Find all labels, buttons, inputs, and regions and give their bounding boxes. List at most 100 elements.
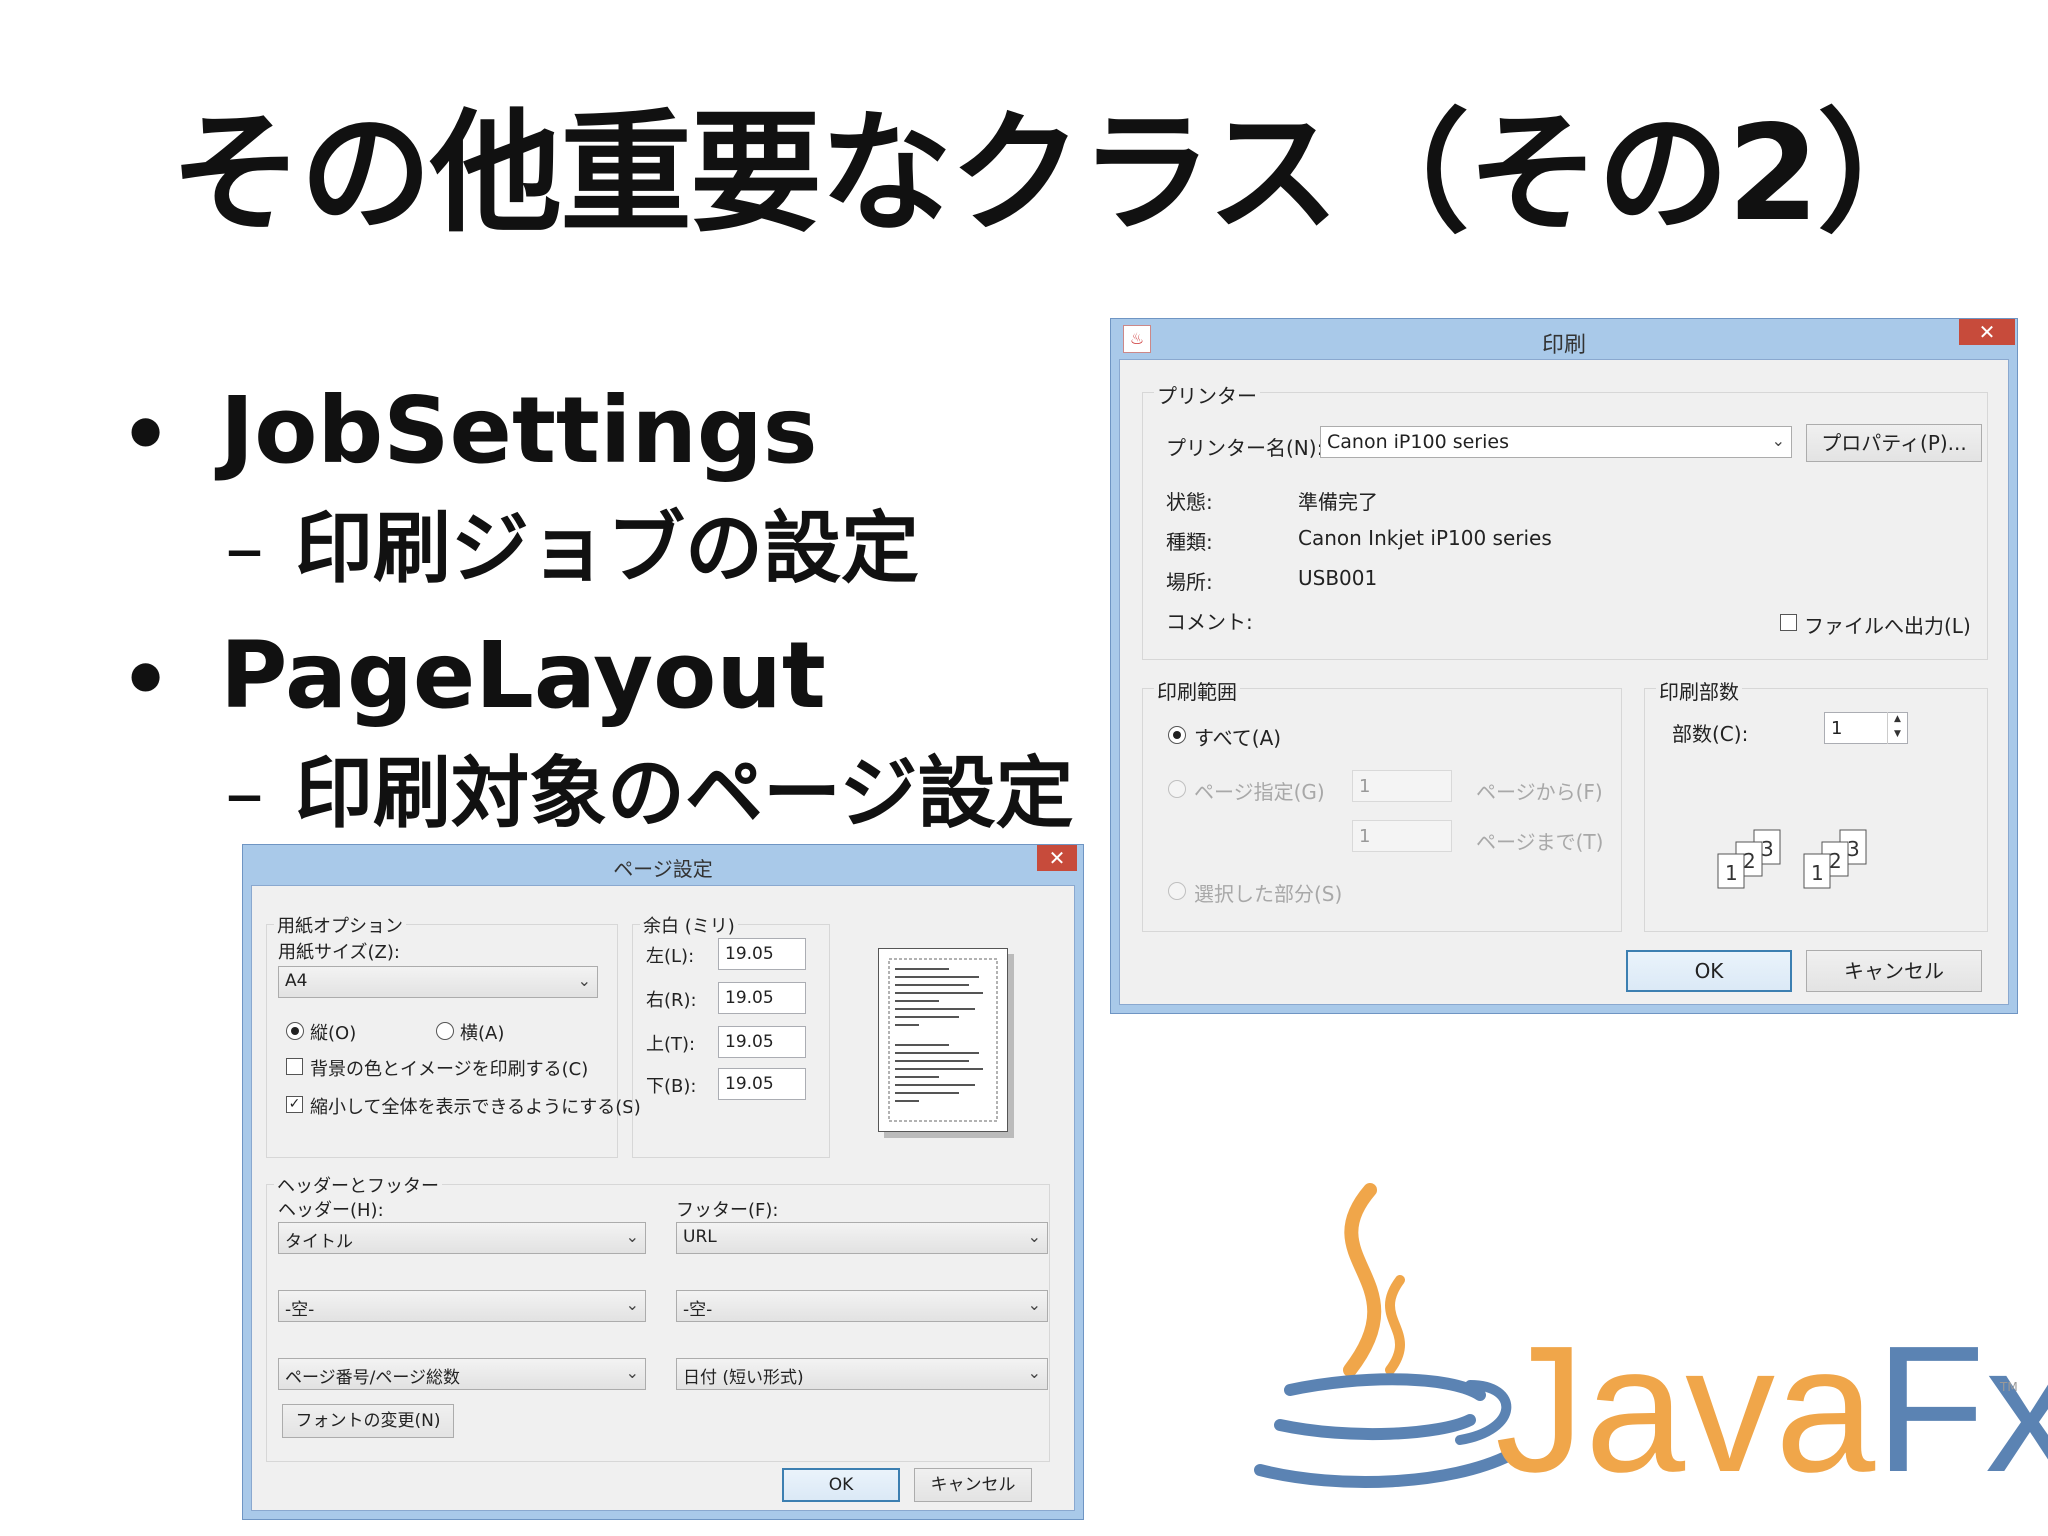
range-all-radio[interactable] (1168, 726, 1186, 744)
bullet-label: JobSettings (220, 377, 818, 484)
print-range-label: 印刷範囲 (1154, 676, 1240, 705)
properties-button[interactable]: プロパティ(P)... (1806, 424, 1982, 462)
header-footer-label: ヘッダーとフッター (274, 1172, 442, 1198)
right-margin-input[interactable]: 19.05 (718, 982, 806, 1014)
copies-spinner-icon[interactable]: ▲ ▼ (1887, 712, 1907, 744)
header-select-3-value: ページ番号/ページ総数 (285, 1368, 461, 1388)
page-setup-dialog: ページ設定 ✕ 用紙オプション 用紙サイズ(Z): A4 ⌄ 縦(O) 横(A)… (242, 844, 1084, 1520)
chevron-down-icon: ⌄ (577, 971, 591, 990)
header-select-2[interactable]: -空- ⌄ (278, 1290, 646, 1322)
comment-label: コメント: (1166, 610, 1253, 634)
chevron-down-icon: ⌄ (1027, 1363, 1041, 1382)
page-setup-title: ページ設定 (613, 857, 713, 881)
print-dialog-titlebar[interactable]: ♨ 印刷 ✕ (1111, 319, 2017, 359)
footer-label: フッター(F): (676, 1200, 779, 1221)
copies-input[interactable]: 1 ▲ ▼ (1824, 712, 1908, 744)
footer-select-2-value: -空- (683, 1300, 713, 1320)
top-margin-input[interactable]: 19.05 (718, 1026, 806, 1058)
print-dialog-title: 印刷 (1541, 333, 1586, 358)
bottom-margin-label: 下(B): (646, 1076, 697, 1097)
chevron-down-icon: ⌄ (625, 1363, 639, 1382)
portrait-radio[interactable] (286, 1022, 304, 1040)
cancel-button[interactable]: キャンセル (1806, 950, 1982, 992)
copies-group-label: 印刷部数 (1656, 676, 1742, 705)
chevron-down-icon: ⌄ (1771, 431, 1785, 450)
bullet-dot: • (120, 633, 172, 726)
print-background-label: 背景の色とイメージを印刷する(C) (310, 1059, 589, 1080)
printer-name-value: Canon iP100 series (1327, 431, 1509, 453)
header-select-3[interactable]: ページ番号/ページ総数 ⌄ (278, 1358, 646, 1390)
footer-select-3[interactable]: 日付 (短い形式) ⌄ (676, 1358, 1048, 1390)
bullet-dot: • (120, 388, 172, 481)
header-select-1[interactable]: タイトル ⌄ (278, 1222, 646, 1254)
paper-size-value: A4 (285, 971, 308, 991)
close-button[interactable]: ✕ (1959, 319, 2015, 345)
sub-bullet-jobsettings: – 印刷ジョブの設定 (225, 510, 919, 588)
print-background-checkbox[interactable] (286, 1058, 303, 1075)
paper-options-label: 用紙オプション (274, 912, 406, 938)
page-setup-titlebar[interactable]: ページ設定 ✕ (243, 845, 1083, 885)
fx-text: Fx (1875, 1309, 2048, 1510)
close-button[interactable]: ✕ (1037, 845, 1077, 871)
print-dialog: ♨ 印刷 ✕ プリンター プリンター名(N): Canon iP100 seri… (1110, 318, 2018, 1014)
header-select-1-value: タイトル (285, 1232, 353, 1252)
range-pages-radio[interactable] (1168, 780, 1186, 798)
range-selection-label: 選択した部分(S) (1194, 882, 1343, 906)
portrait-label: 縦(O) (310, 1023, 357, 1044)
svg-text:1: 1 (1725, 861, 1738, 885)
print-to-file-label: ファイルへ出力(L) (1804, 614, 1971, 638)
printer-name-select[interactable]: Canon iP100 series ⌄ (1320, 426, 1792, 458)
margins-label: 余白 (ミリ) (640, 912, 738, 938)
header-select-2-value: -空- (285, 1300, 315, 1320)
collate-icon: 3 2 1 3 2 1 (1717, 829, 1867, 889)
landscape-radio[interactable] (436, 1022, 454, 1040)
bullet-jobsettings: • JobSettings (120, 385, 818, 477)
range-pages-label: ページ指定(G) (1194, 780, 1325, 804)
page-from-input[interactable]: 1 (1352, 770, 1452, 802)
change-font-button[interactable]: フォントの変更(N) (282, 1404, 454, 1438)
page-from-label: ページから(F) (1476, 780, 1603, 804)
left-margin-input[interactable]: 19.05 (718, 938, 806, 970)
bullet-pagelayout: • PageLayout (120, 630, 826, 722)
status-label: 状態: (1166, 490, 1213, 514)
top-margin-label: 上(T): (646, 1034, 696, 1055)
bottom-margin-input[interactable]: 19.05 (718, 1068, 806, 1100)
cancel-button[interactable]: キャンセル (914, 1468, 1032, 1502)
java-wordmark: JavaFx (1495, 1320, 2048, 1500)
sub-bullet-label: 印刷対象のページ設定 (295, 749, 1074, 839)
paper-size-select[interactable]: A4 ⌄ (278, 966, 598, 998)
type-value: Canon Inkjet iP100 series (1298, 526, 1552, 550)
copies-value: 1 (1831, 718, 1843, 739)
header-label: ヘッダー(H): (278, 1200, 384, 1221)
svg-text:3: 3 (1761, 837, 1774, 861)
print-to-file-checkbox[interactable] (1780, 614, 1797, 631)
range-all-label: すべて(A) (1194, 726, 1282, 750)
footer-select-2[interactable]: -空- ⌄ (676, 1290, 1048, 1322)
svg-text:3: 3 (1847, 837, 1860, 861)
left-margin-label: 左(L): (646, 946, 695, 967)
ok-button[interactable]: OK (1626, 950, 1792, 992)
footer-select-3-value: 日付 (短い形式) (683, 1368, 804, 1388)
shrink-to-fit-checkbox[interactable]: ✓ (286, 1096, 303, 1113)
dash: – (225, 749, 264, 839)
bullet-label: PageLayout (220, 622, 826, 729)
paper-size-label: 用紙サイズ(Z): (278, 942, 400, 963)
range-selection-radio[interactable] (1168, 882, 1186, 900)
svg-text:2: 2 (1743, 849, 1756, 873)
page-to-input[interactable]: 1 (1352, 820, 1452, 852)
printer-name-label: プリンター名(N): (1166, 436, 1324, 460)
dash: – (225, 504, 264, 594)
trademark-mark: TM (2000, 1380, 2018, 1394)
page-setup-body: 用紙オプション 用紙サイズ(Z): A4 ⌄ 縦(O) 横(A) 背景の色とイメ… (251, 885, 1075, 1511)
location-value: USB001 (1298, 566, 1378, 590)
page-to-label: ページまで(T) (1476, 830, 1604, 854)
footer-select-1[interactable]: URL ⌄ (676, 1222, 1048, 1254)
page-preview (878, 948, 1008, 1132)
page-preview-thumbnail (888, 958, 998, 1122)
svg-text:1: 1 (1811, 861, 1824, 885)
ok-button[interactable]: OK (782, 1468, 900, 1502)
java-text: Java (1495, 1309, 1876, 1510)
sub-bullet-pagelayout: – 印刷対象のページ設定 (225, 755, 1073, 833)
javafx-logo: JavaFx TM (1220, 1170, 2048, 1520)
chevron-down-icon: ⌄ (1027, 1227, 1041, 1246)
